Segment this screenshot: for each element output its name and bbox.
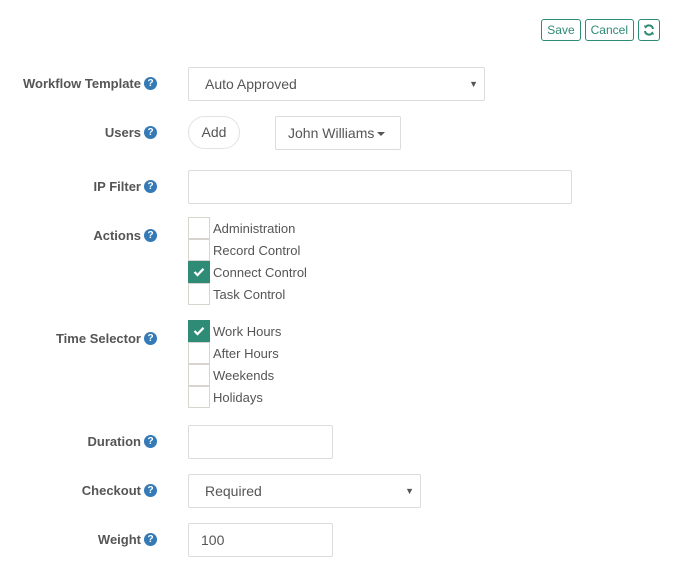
refresh-button[interactable] <box>638 19 660 41</box>
checkbox[interactable] <box>188 217 210 239</box>
checkbox[interactable] <box>188 342 210 364</box>
caret-down-icon <box>377 132 386 137</box>
checkout-label: Checkout ? <box>82 483 157 498</box>
checkbox-item[interactable]: Work Hours <box>188 320 281 342</box>
checkbox-label: Work Hours <box>213 323 282 339</box>
help-icon[interactable]: ? <box>144 126 157 139</box>
duration-label: Duration ? <box>88 434 157 449</box>
ip-filter-input[interactable] <box>188 170 572 204</box>
checkbox[interactable] <box>188 283 210 305</box>
checkbox[interactable] <box>188 320 210 342</box>
ip-filter-label: IP Filter ? <box>94 179 157 194</box>
dropdown-arrow-icon: ▼ <box>469 79 478 89</box>
weight-label: Weight ? <box>98 532 157 547</box>
time-selector-label: Time Selector ? <box>56 331 157 346</box>
actions-label: Actions ? <box>93 228 157 243</box>
checkbox-label: Weekends <box>213 367 275 383</box>
checkbox-item[interactable]: Connect Control <box>188 261 307 283</box>
checkbox[interactable] <box>188 364 210 386</box>
help-icon[interactable]: ? <box>144 229 157 242</box>
refresh-icon <box>643 24 655 36</box>
checkbox-item[interactable]: Holidays <box>188 386 281 408</box>
save-button[interactable]: Save <box>541 19 581 41</box>
checkbox-label: Task Control <box>213 286 286 302</box>
users-label: Users ? <box>105 125 157 140</box>
checkmark-icon <box>193 268 205 277</box>
help-icon[interactable]: ? <box>144 332 157 345</box>
actions-checkbox-list: Administration Record Control Connect Cont… <box>188 217 307 305</box>
help-icon[interactable]: ? <box>144 484 157 497</box>
workflow-template-select[interactable]: Auto Approved ▼ <box>188 67 485 101</box>
checkbox-item[interactable]: Task Control <box>188 283 307 305</box>
duration-input[interactable] <box>188 425 333 459</box>
user-dropdown[interactable]: John Williams <box>275 116 401 150</box>
help-icon[interactable]: ? <box>144 77 157 90</box>
checkbox-label: Holidays <box>213 389 263 405</box>
cancel-button[interactable]: Cancel <box>584 19 634 41</box>
add-user-button[interactable]: Add <box>188 116 240 149</box>
checkbox[interactable] <box>188 239 210 261</box>
checkbox-label: Connect Control <box>213 264 307 280</box>
dropdown-arrow-icon: ▼ <box>405 486 414 496</box>
checkbox-item[interactable]: Weekends <box>188 364 281 386</box>
time-selector-checkbox-list: Work Hours After Hours Weekends Holidays <box>188 320 281 408</box>
checkbox-label: After Hours <box>213 345 279 361</box>
weight-input[interactable]: 100 <box>188 523 333 557</box>
checkbox-item[interactable]: Administration <box>188 217 307 239</box>
checkbox[interactable] <box>188 261 210 283</box>
workflow-template-label: Workflow Template ? <box>23 76 157 91</box>
help-icon[interactable]: ? <box>144 533 157 546</box>
checkbox-label: Record Control <box>213 242 301 258</box>
checkbox-label: Administration <box>213 220 296 236</box>
checkbox-item[interactable]: Record Control <box>188 239 307 261</box>
checkbox[interactable] <box>188 386 210 408</box>
checkbox-item[interactable]: After Hours <box>188 342 281 364</box>
help-icon[interactable]: ? <box>144 435 157 448</box>
checkout-select[interactable]: Required ▼ <box>188 474 421 508</box>
toolbar: Save Cancel <box>541 19 660 41</box>
checkmark-icon <box>193 327 205 336</box>
help-icon[interactable]: ? <box>144 180 157 193</box>
